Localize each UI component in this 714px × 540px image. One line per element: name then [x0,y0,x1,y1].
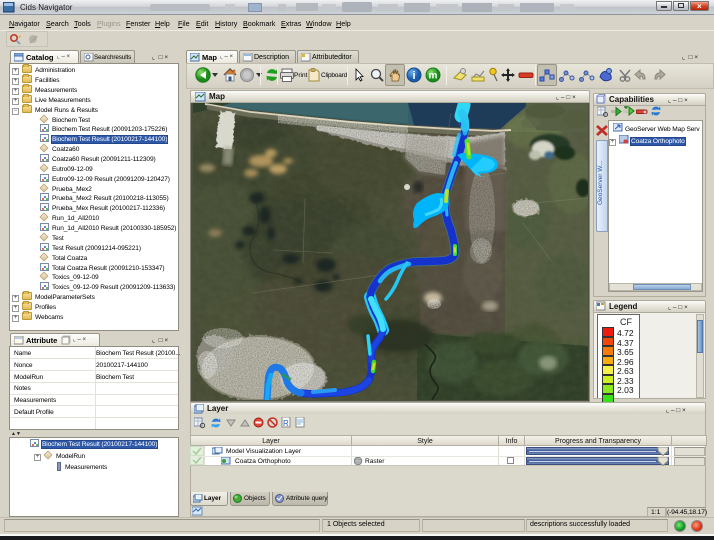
svg-text:i: i [412,70,415,82]
svg-text:R: R [283,419,289,428]
svg-text:m: m [429,71,438,82]
